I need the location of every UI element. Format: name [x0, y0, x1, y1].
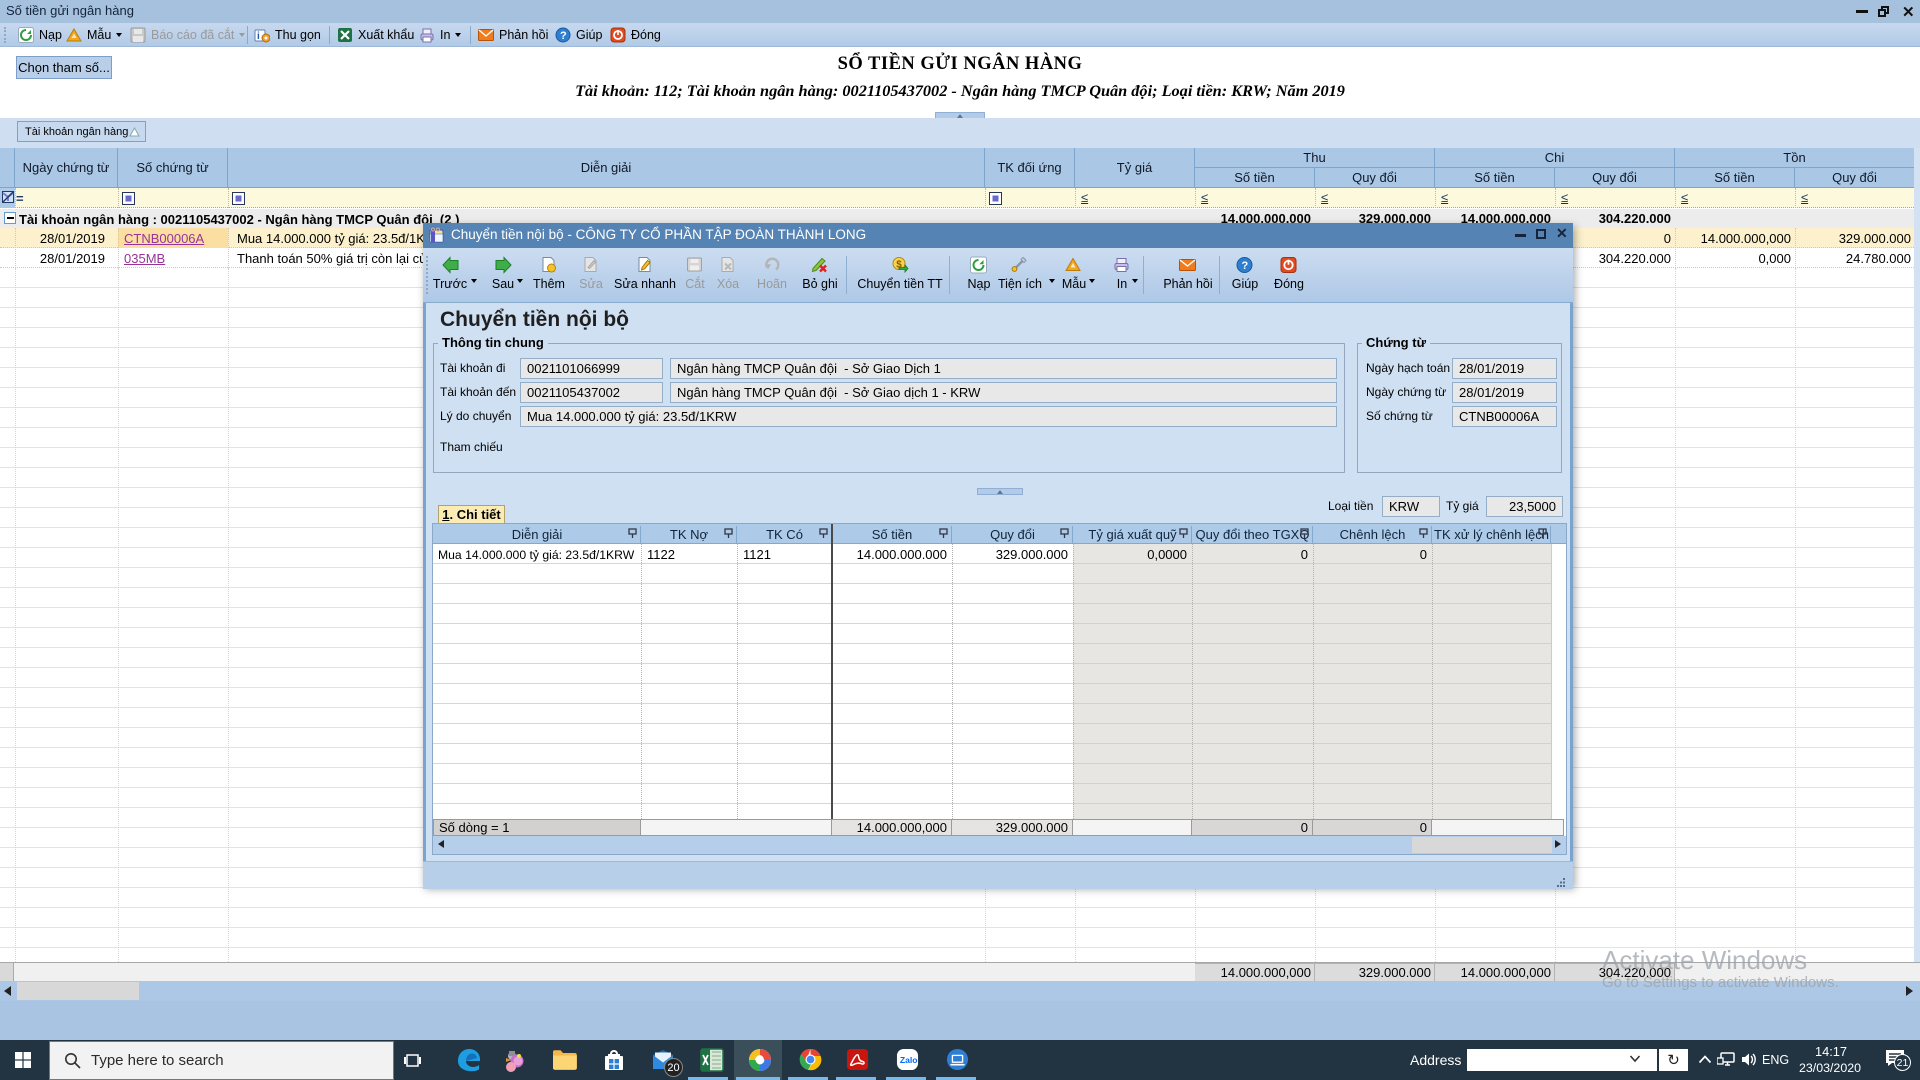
- svg-text:i: i: [257, 31, 260, 42]
- svg-text:Zalo: Zalo: [900, 1055, 918, 1065]
- svg-text:?: ?: [560, 30, 567, 42]
